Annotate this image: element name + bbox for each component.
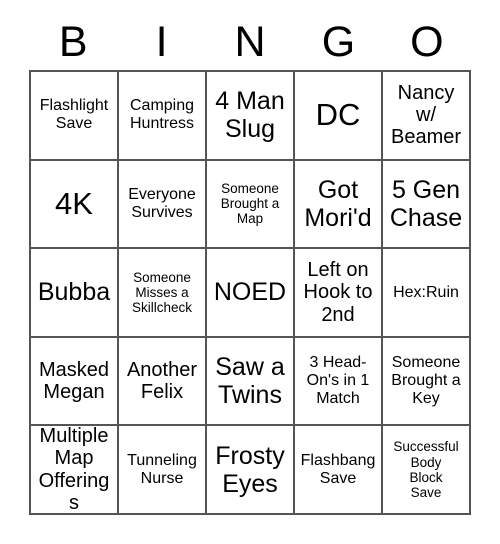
bingo-cell-label: Camping Huntress <box>129 97 195 133</box>
bingo-cell[interactable]: 4 Man Slug <box>207 72 295 161</box>
bingo-cell[interactable]: Saw a Twins <box>207 337 295 427</box>
bingo-cell[interactable]: Got Mori'd <box>295 160 383 250</box>
bingo-cell[interactable]: Nancy w/ Beamer <box>383 72 471 161</box>
bingo-cell-label: Flashlight Save <box>39 97 109 133</box>
bingo-cell[interactable]: Multiple Map Offerings <box>31 426 119 515</box>
bingo-cell[interactable]: NOED <box>207 249 295 338</box>
bingo-cell-label: Multiple Map Offerings <box>38 426 110 515</box>
bingo-cell[interactable]: Left on Hook to 2nd <box>295 249 383 338</box>
bingo-cell-label: NOED <box>213 278 287 307</box>
bingo-cell[interactable]: Someone Brought a Key <box>383 337 471 427</box>
bingo-cell-label: Successful Body Block Save <box>393 439 459 500</box>
header-letter-g: G <box>321 17 356 66</box>
bingo-cell-label: Tunneling Nurse <box>127 451 197 487</box>
bingo-cell-label: Everyone Survives <box>128 185 196 221</box>
header-letter-b: B <box>58 17 88 66</box>
bingo-cell[interactable]: Bubba <box>31 249 119 338</box>
bingo-cell[interactable]: Flashbang Save <box>295 426 383 515</box>
bingo-cell-label: Someone Misses a Skillcheck <box>131 269 193 316</box>
bingo-cell[interactable]: 5 Gen Chase <box>383 160 471 250</box>
bingo-cell-label: 4K <box>55 185 93 221</box>
header-letter-n: N <box>234 17 266 66</box>
header-letter-i: I <box>155 17 168 66</box>
bingo-cell-label: Frosty Eyes <box>215 441 285 498</box>
bingo-cell-label: Got Mori'd <box>304 175 372 232</box>
bingo-cell[interactable]: Someone Misses a Skillcheck <box>119 249 207 338</box>
bingo-cell-label: Masked Megan <box>38 358 110 404</box>
bingo-cell[interactable]: 4K <box>31 160 119 250</box>
bingo-cell-label: Saw a Twins <box>215 353 285 410</box>
bingo-cell[interactable]: Tunneling Nurse <box>119 426 207 515</box>
bingo-cell[interactable]: DC <box>295 72 383 161</box>
bingo-cell-label: 4 Man Slug <box>215 87 285 144</box>
bingo-header: B I N G O <box>29 14 471 70</box>
bingo-cell-label: Hex:Ruin <box>393 283 459 301</box>
bingo-card: B I N G O Flashlight Save Camping Huntre… <box>0 0 500 544</box>
bingo-cell-label: Left on Hook to 2nd <box>303 258 373 326</box>
bingo-cell-label: Another Felix <box>126 358 198 404</box>
bingo-cell-label: 5 Gen Chase <box>389 175 463 232</box>
header-letter-o: O <box>410 17 444 66</box>
bingo-grid: Flashlight Save Camping Huntress 4 Man S… <box>29 70 471 515</box>
bingo-cell-label: Flashbang Save <box>300 451 376 487</box>
bingo-cell[interactable]: Someone Brought a Map <box>207 160 295 250</box>
bingo-cell-label: Someone Brought a Key <box>391 354 461 408</box>
bingo-cell-label: Bubba <box>37 278 111 307</box>
bingo-cell[interactable]: Masked Megan <box>31 337 119 427</box>
bingo-cell[interactable]: Frosty Eyes <box>207 426 295 515</box>
bingo-cell[interactable]: Everyone Survives <box>119 160 207 250</box>
bingo-cell[interactable]: Camping Huntress <box>119 72 207 161</box>
bingo-cell[interactable]: 3 Head- On's in 1 Match <box>295 337 383 427</box>
bingo-cell-label: Nancy w/ Beamer <box>390 81 462 149</box>
bingo-cell-label: DC <box>315 96 361 132</box>
bingo-cell[interactable]: Successful Body Block Save <box>383 426 471 515</box>
bingo-cell[interactable]: Another Felix <box>119 337 207 427</box>
bingo-cell-label: Someone Brought a Map <box>220 181 280 227</box>
bingo-cell-label: 3 Head- On's in 1 Match <box>306 354 370 408</box>
bingo-cell[interactable]: Flashlight Save <box>31 72 119 161</box>
bingo-cell[interactable]: Hex:Ruin <box>383 249 471 338</box>
